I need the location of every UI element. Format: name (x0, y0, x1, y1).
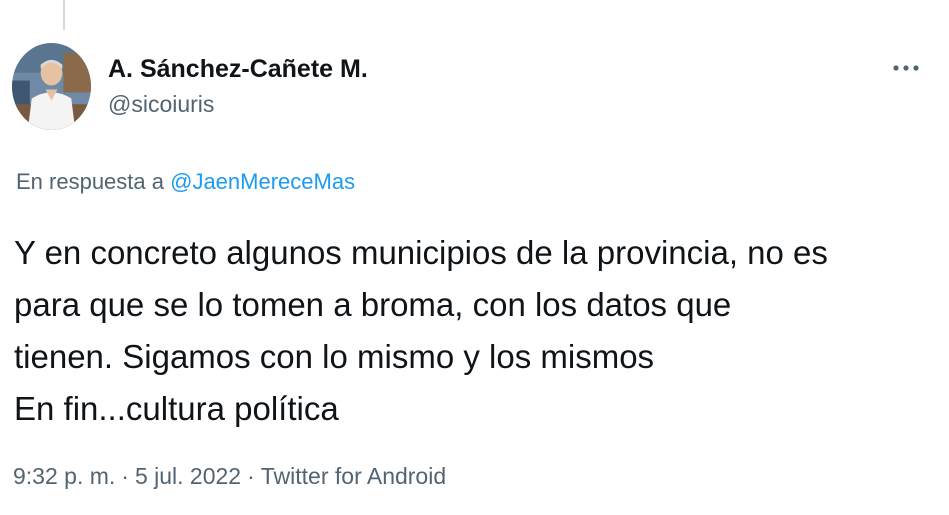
more-options-button[interactable] (884, 56, 928, 80)
more-horizontal-icon (893, 65, 919, 71)
thread-connector-line (63, 0, 65, 30)
tweet-text-line: Y en concreto algunos municipios de la p… (14, 234, 828, 271)
meta-separator: · (247, 463, 255, 489)
tweet-metadata: 9:32 p. m. · 5 jul. 2022 · Twitter for Andro… (13, 460, 446, 492)
tweet-text-line: En fin...cultura política (14, 390, 339, 427)
author-handle[interactable]: @sicoiuris (108, 89, 368, 119)
tweet-date-link[interactable]: 5 jul. 2022 (135, 463, 241, 489)
tweet-time-link[interactable]: 9:32 p. m. (13, 463, 115, 489)
tweet-text-line: para que se lo tomen a broma, con los da… (14, 286, 732, 323)
meta-separator: · (121, 463, 129, 489)
tweet-body: Y en concreto algunos municipios de la p… (14, 227, 939, 435)
reply-to-mention-link[interactable]: @JaenMereceMas (170, 169, 355, 194)
author-display-name[interactable]: A. Sánchez-Cañete M. (108, 53, 368, 85)
tweet-text-line: tienen. Sigamos con lo mismo y los mismo… (14, 338, 655, 375)
profile-photo (12, 43, 91, 130)
tweet-source-link[interactable]: Twitter for Android (261, 463, 446, 489)
reply-context: En respuesta a @JaenMereceMas (16, 167, 355, 197)
reply-prefix-label: En respuesta a (16, 169, 164, 194)
avatar[interactable] (12, 43, 91, 130)
user-identity: A. Sánchez-Cañete M. @sicoiuris (108, 53, 368, 119)
